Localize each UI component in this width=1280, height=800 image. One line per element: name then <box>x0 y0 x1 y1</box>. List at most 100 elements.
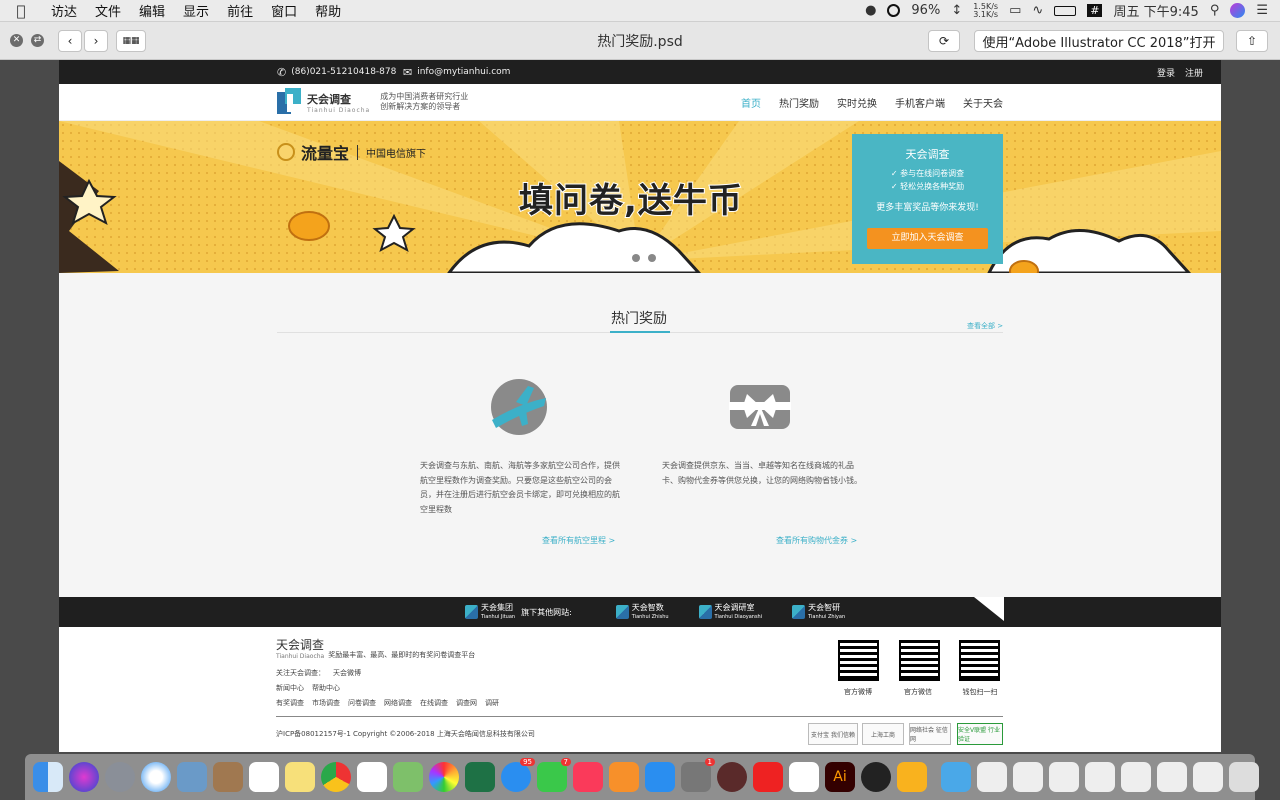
alipay-badge[interactable]: 支付宝 我们信赖 <box>808 723 858 745</box>
notes-icon[interactable] <box>285 762 315 792</box>
join-button[interactable]: 立即加入天会调查 <box>867 228 988 249</box>
apple-icon[interactable]:  <box>0 2 42 20</box>
footer-link[interactable]: 调研 <box>485 699 499 707</box>
rotate-icon[interactable]: ⟳ <box>928 30 960 52</box>
notification-center-icon[interactable]: ☰ <box>1256 3 1268 18</box>
system-preferences-icon[interactable]: 1 <box>681 758 715 792</box>
calendar-icon[interactable] <box>249 762 279 792</box>
recent-file-icon[interactable] <box>1193 762 1223 792</box>
recent-file-icon[interactable] <box>977 762 1007 792</box>
contacts-icon[interactable] <box>213 762 243 792</box>
recent-file-icon[interactable] <box>1157 762 1187 792</box>
fullscreen-icon[interactable]: ⇄ <box>31 34 44 47</box>
menu-view[interactable]: 显示 <box>174 1 218 20</box>
register-link[interactable]: 注册 <box>1185 66 1203 79</box>
nav-hot-rewards[interactable]: 热门奖励 <box>779 95 819 110</box>
reminders-icon[interactable] <box>357 762 387 792</box>
recent-file-icon[interactable] <box>1049 762 1079 792</box>
menu-file[interactable]: 文件 <box>86 1 130 20</box>
nav-home[interactable]: 首页 <box>741 95 761 110</box>
view-all-link[interactable]: 查看全部 > <box>967 321 1003 331</box>
voucher-link[interactable]: 查看所有购物代金券 > <box>776 535 857 546</box>
music-icon[interactable] <box>573 762 603 792</box>
airline-miles-link[interactable]: 查看所有航空里程 > <box>542 535 615 546</box>
group-logo[interactable]: 天会集团 Tianhui Jituan <box>465 603 515 621</box>
excel-icon[interactable] <box>465 762 495 792</box>
nav-live-exchange[interactable]: 实时兑换 <box>837 95 877 110</box>
carousel-dot-active[interactable] <box>594 254 624 262</box>
siri-icon[interactable] <box>1230 3 1246 18</box>
netease-music-icon[interactable] <box>753 762 783 792</box>
hero-banner[interactable]: 流量宝 中国电信旗下 填问卷,送牛币 天会调查 ✓ 参与在线问卷调查 ✓ 轻松兑… <box>59 121 1221 273</box>
forward-button[interactable]: › <box>84 29 108 52</box>
nav-mobile-client[interactable]: 手机客户端 <box>895 95 945 110</box>
app-store-icon[interactable] <box>645 762 675 792</box>
slogan: 成为中国消费者研究行业 创新解决方案的领导者 <box>380 92 468 112</box>
footer-link[interactable]: 问卷调查 <box>348 699 376 707</box>
photos-icon[interactable] <box>429 762 459 792</box>
footer-link[interactable]: 帮助中心 <box>312 684 340 692</box>
carousel-dot[interactable] <box>632 254 640 262</box>
security-badge[interactable]: 安全V联盟 行业验证 <box>957 723 1003 745</box>
footer-link[interactable]: 新闻中心 <box>276 684 304 692</box>
notification-bell-icon[interactable]: ● <box>865 3 876 18</box>
siri-dock-icon[interactable] <box>69 762 99 792</box>
launchpad-icon[interactable] <box>105 762 135 792</box>
open-with-button[interactable]: 使用“Adobe Illustrator CC 2018”打开 <box>974 30 1224 52</box>
credit-badge[interactable]: 网络社会 征信网 <box>909 723 951 745</box>
sister-site-zhiyan[interactable]: 天会智研 Tianhui Zhiyan <box>792 603 845 621</box>
illustrator-icon[interactable]: Ai <box>825 762 855 792</box>
site-logo[interactable]: 天会调查 Tianhui Diaocha 成为中国消费者研究行业 创新解决方案的… <box>277 88 468 116</box>
baidu-netdisk-icon[interactable] <box>789 762 819 792</box>
books-icon[interactable] <box>609 762 639 792</box>
footer-brand-en: Tianhui Diaocha <box>276 653 325 660</box>
messages-icon[interactable]: 95 <box>501 758 535 792</box>
login-link[interactable]: 登录 <box>1157 66 1175 79</box>
sister-site-diaoyanshi[interactable]: 天会调研室 Tianhui Diaoyanshi <box>698 603 762 621</box>
unarchiver-icon[interactable] <box>717 762 747 792</box>
business-badge[interactable]: 上海工商 <box>862 723 904 745</box>
airplay-icon[interactable]: ▭ <box>1009 3 1021 18</box>
footer-link[interactable]: 有奖调查 <box>276 699 304 707</box>
sister-site-zhishu[interactable]: 天会智数 Tianhui Zhishu <box>615 603 669 621</box>
weibo-link[interactable]: 天会微博 <box>333 669 361 677</box>
finder-icon[interactable] <box>33 762 63 792</box>
battery-icon[interactable] <box>1054 5 1077 16</box>
sketch-icon[interactable] <box>897 762 927 792</box>
card-desc: 天会调查提供京东、当当、卓越等知名在线商城的礼品卡、购物代金券等供您兑换，让您的… <box>662 461 862 485</box>
input-method-icon[interactable]: # <box>1087 4 1103 17</box>
battery-percent[interactable]: 96% <box>911 3 940 18</box>
carousel-dot[interactable] <box>648 254 656 262</box>
nav-about[interactable]: 关于天会 <box>963 95 1003 110</box>
chrome-icon[interactable] <box>321 762 351 792</box>
trash-icon[interactable] <box>1229 762 1259 792</box>
grid-view-icon[interactable]: ▦▦ <box>116 29 146 52</box>
recent-file-icon[interactable] <box>1085 762 1115 792</box>
email-address[interactable]: info@mytianhui.com <box>417 67 510 77</box>
menu-help[interactable]: 帮助 <box>306 1 350 20</box>
menu-window[interactable]: 窗口 <box>262 1 306 20</box>
downloads-folder-icon[interactable] <box>941 762 971 792</box>
facetime-icon[interactable]: 7 <box>537 758 571 792</box>
safari-icon[interactable] <box>141 762 171 792</box>
wifi-icon[interactable]: ∿ <box>1032 3 1043 18</box>
share-icon[interactable]: ⇧ <box>1236 30 1268 52</box>
close-icon[interactable]: ✕ <box>10 34 23 47</box>
maps-icon[interactable] <box>393 762 423 792</box>
menu-go[interactable]: 前往 <box>218 1 262 20</box>
menu-finder[interactable]: 访达 <box>42 1 86 20</box>
back-button[interactable]: ‹ <box>58 29 82 52</box>
recent-file-icon[interactable] <box>1013 762 1043 792</box>
footer-link[interactable]: 网络调查 <box>384 699 412 707</box>
footer-link[interactable]: 在线调查 <box>420 699 448 707</box>
recent-file-icon[interactable] <box>1121 762 1151 792</box>
battery-ring-icon[interactable] <box>887 4 901 17</box>
footer-link[interactable]: 市场调查 <box>312 699 340 707</box>
qq-icon[interactable] <box>861 762 891 792</box>
promo-title: 天会调查 <box>905 148 950 161</box>
menu-edit[interactable]: 编辑 <box>130 1 174 20</box>
footer-link[interactable]: 调查网 <box>456 699 477 707</box>
clock[interactable]: 周五 下午9:45 <box>1113 1 1198 20</box>
preview-icon[interactable] <box>177 762 207 792</box>
spotlight-search-icon[interactable]: ⚲ <box>1210 3 1220 18</box>
